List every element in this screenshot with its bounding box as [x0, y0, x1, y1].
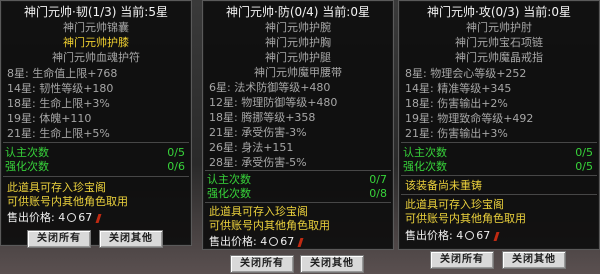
bind-count-value: 0/7	[369, 173, 387, 186]
close-others-button[interactable]: 关闭其他	[300, 255, 364, 273]
star-attribute: 6星: 法术防御等级+480	[209, 81, 331, 94]
divider	[401, 142, 597, 143]
set-item-name: 神门元帅护胸	[265, 36, 331, 49]
set-item-name: 神门元帅血魂护符	[52, 51, 140, 64]
price-silver-value: 67	[280, 235, 295, 248]
star-attribute: 18星: 腾挪等级+358	[209, 111, 316, 124]
bind-count-row: 认主次数 0/5	[403, 146, 595, 159]
close-others-button[interactable]: 关闭其他	[99, 230, 163, 248]
star-attribute: 19星: 体魄+110	[7, 112, 92, 125]
enhance-count-value: 0/6	[167, 160, 185, 173]
enhance-count-label: 强化次数	[207, 187, 251, 200]
star-attribute: 8星: 生命值上限+768	[7, 67, 118, 80]
item-tooltip-panel: 神门元帅·韧(1/3) 当前:5星 神门元帅锦囊 神门元帅护膝 神门元帅血魂护符…	[0, 0, 192, 248]
set-item-name: 神门元帅护肘	[466, 21, 532, 34]
storage-note: 此道具可存入珍宝阁	[405, 198, 504, 211]
enhance-count-label: 强化次数	[403, 160, 447, 173]
close-all-button[interactable]: 关闭所有	[430, 251, 494, 269]
bind-count-value: 0/5	[167, 146, 185, 159]
divider	[205, 170, 391, 171]
bind-count-label: 认主次数	[403, 146, 447, 159]
enhance-count-label: 强化次数	[5, 160, 49, 173]
star-attribute: 18星: 生命上限+3%	[7, 97, 110, 110]
sell-price-label: 售出价格:	[209, 235, 257, 248]
star-attribute: 19星: 物理致命等级+492	[405, 112, 534, 125]
storage-note: 可供账号内其他角色取用	[7, 195, 128, 208]
price-gold-value: 4	[456, 229, 464, 242]
star-attribute: 21星: 伤害输出+3%	[405, 127, 508, 140]
star-attribute: 8星: 物理会心等级+252	[405, 67, 527, 80]
currency-mark-icon	[95, 213, 102, 223]
bind-count-label: 认主次数	[207, 173, 251, 186]
divider	[3, 176, 189, 177]
storage-note: 可供账号内其他角色取用	[405, 212, 526, 225]
set-item-name: 神门元帅魔甲腰带	[254, 66, 342, 79]
item-tooltip-panel: 神门元帅·攻(0/3) 当前:0星 神门元帅护肘 神门元帅宝石项链 神门元帅魔晶…	[398, 0, 600, 250]
divider	[401, 194, 597, 195]
bind-count-label: 认主次数	[5, 146, 49, 159]
divider	[401, 175, 597, 176]
currency-mark-icon	[493, 231, 500, 241]
coin-icon	[465, 231, 475, 240]
set-item-name: 神门元帅护腿	[265, 51, 331, 64]
star-attribute: 12星: 物理防御等级+480	[209, 96, 338, 109]
divider	[205, 202, 391, 203]
enhance-count-row: 强化次数 0/5	[403, 160, 595, 173]
divider	[3, 142, 189, 143]
sell-price-label: 售出价格:	[7, 211, 55, 224]
star-attribute: 21星: 承受伤害-3%	[209, 126, 307, 139]
close-all-button[interactable]: 关闭所有	[27, 230, 91, 248]
reforge-note: 该装备尚未重铸	[405, 179, 482, 192]
close-all-button[interactable]: 关闭所有	[230, 255, 294, 273]
price-gold-value: 4	[260, 235, 268, 248]
sell-price-label: 售出价格:	[405, 229, 453, 242]
enhance-count-row: 强化次数 0/6	[5, 160, 187, 173]
tooltip-title: 神门元帅·韧(1/3) 当前:5星	[24, 5, 168, 19]
bind-count-row: 认主次数 0/5	[5, 146, 187, 159]
set-item-name: 神门元帅魔晶戒指	[455, 51, 543, 64]
star-attribute: 26星: 身法+151	[209, 141, 294, 154]
set-item-name: 神门元帅宝石项链	[455, 36, 543, 49]
set-item-name-active: 神门元帅护膝	[63, 36, 129, 49]
coin-icon	[269, 237, 279, 246]
set-item-name: 神门元帅锦囊	[63, 21, 129, 34]
price-gold-value: 4	[58, 211, 66, 224]
bind-count-row: 认主次数 0/7	[207, 173, 389, 186]
sell-price: 售出价格: 4 67	[7, 211, 102, 224]
star-attribute: 21星: 生命上限+5%	[7, 127, 110, 140]
price-silver-value: 67	[78, 211, 93, 224]
item-tooltip-panel: 神门元帅·防(0/4) 当前:0星 神门元帅护腕 神门元帅护胸 神门元帅护腿 神…	[202, 0, 394, 250]
close-others-button[interactable]: 关闭其他	[502, 251, 566, 269]
sell-price: 售出价格: 4 67	[209, 235, 304, 248]
bind-count-value: 0/5	[575, 146, 593, 159]
enhance-count-value: 0/8	[369, 187, 387, 200]
tooltip-title: 神门元帅·防(0/4) 当前:0星	[226, 5, 370, 19]
star-attribute: 28星: 承受伤害-5%	[209, 156, 307, 169]
coin-icon	[67, 213, 77, 222]
sell-price: 售出价格: 4 67	[405, 229, 500, 242]
star-attribute: 18星: 伤害输出+2%	[405, 97, 508, 110]
price-silver-value: 67	[476, 229, 491, 242]
currency-mark-icon	[297, 237, 304, 247]
storage-note: 此道具可存入珍宝阁	[7, 181, 106, 194]
tooltip-title: 神门元帅·攻(0/3) 当前:0星	[427, 5, 571, 19]
star-attribute: 14星: 精准等级+345	[405, 82, 512, 95]
storage-note: 此道具可存入珍宝阁	[209, 205, 308, 218]
enhance-count-row: 强化次数 0/8	[207, 187, 389, 200]
enhance-count-value: 0/5	[575, 160, 593, 173]
storage-note: 可供账号内其他角色取用	[209, 219, 330, 232]
star-attribute: 14星: 韧性等级+180	[7, 82, 114, 95]
set-item-name: 神门元帅护腕	[265, 21, 331, 34]
